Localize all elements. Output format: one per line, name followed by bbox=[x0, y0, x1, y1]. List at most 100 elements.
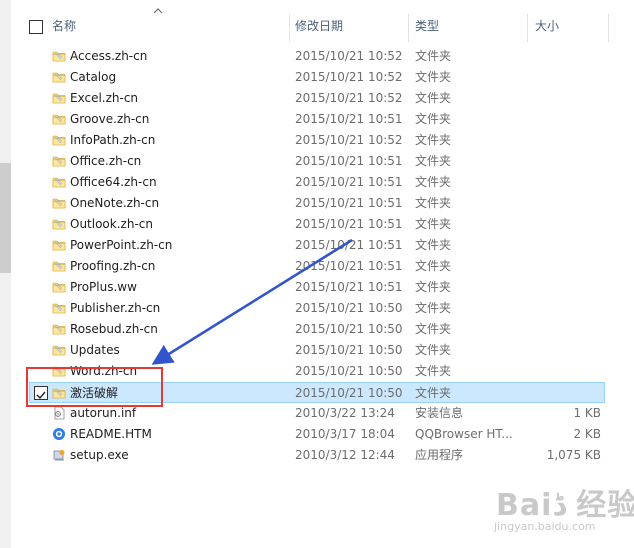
column-divider[interactable] bbox=[289, 14, 290, 42]
file-type: 文件夹 bbox=[415, 154, 452, 168]
file-name: Updates bbox=[70, 343, 120, 357]
file-type: 文件夹 bbox=[415, 322, 452, 336]
file-modified-date: 2015/10/21 10:50 bbox=[295, 343, 403, 357]
file-row[interactable]: InfoPath.zh-cn 2015/10/21 10:52 文件夹 bbox=[30, 130, 604, 150]
file-row[interactable]: Catalog 2015/10/21 10:52 文件夹 bbox=[30, 67, 604, 87]
folder-icon bbox=[52, 49, 66, 63]
file-size: 2 KB bbox=[573, 427, 601, 441]
folder-icon bbox=[52, 301, 66, 315]
file-type: 应用程序 bbox=[415, 448, 464, 462]
file-name: Proofing.zh-cn bbox=[70, 259, 156, 273]
file-row[interactable]: PowerPoint.zh-cn 2015/10/21 10:51 文件夹 bbox=[30, 235, 604, 255]
file-row[interactable]: Office64.zh-cn 2015/10/21 10:51 文件夹 bbox=[30, 172, 604, 192]
watermark-main: Baiڈ 经验 bbox=[496, 488, 634, 523]
file-row[interactable]: ProPlus.ww 2015/10/21 10:51 文件夹 bbox=[30, 277, 604, 297]
file-modified-date: 2015/10/21 10:50 bbox=[295, 322, 403, 336]
file-row[interactable]: Access.zh-cn 2015/10/21 10:52 文件夹 bbox=[30, 46, 604, 66]
file-modified-date: 2015/10/21 10:51 bbox=[295, 217, 403, 231]
file-modified-date: 2015/10/21 10:51 bbox=[295, 259, 403, 273]
column-divider[interactable] bbox=[527, 14, 528, 42]
file-type: 文件夹 bbox=[415, 280, 452, 294]
file-modified-date: 2015/10/21 10:51 bbox=[295, 112, 403, 126]
file-type: 文件夹 bbox=[415, 386, 452, 400]
file-name: Outlook.zh-cn bbox=[70, 217, 153, 231]
file-type: 文件夹 bbox=[415, 217, 452, 231]
file-modified-date: 2010/3/17 18:04 bbox=[295, 427, 395, 441]
file-modified-date: 2015/10/21 10:51 bbox=[295, 238, 403, 252]
file-type: 文件夹 bbox=[415, 343, 452, 357]
column-header-name[interactable]: 名称 bbox=[52, 14, 76, 38]
file-row[interactable]: README.HTM 2010/3/17 18:04 QQBrowser HT...… bbox=[30, 424, 604, 444]
file-name: Excel.zh-cn bbox=[70, 91, 139, 105]
window-top-edge bbox=[0, 0, 634, 6]
file-name: setup.exe bbox=[70, 448, 129, 462]
file-name: OneNote.zh-cn bbox=[70, 196, 160, 210]
folder-icon bbox=[52, 343, 66, 357]
file-name: Publisher.zh-cn bbox=[70, 301, 161, 315]
folder-icon bbox=[52, 175, 66, 189]
file-modified-date: 2015/10/21 10:50 bbox=[295, 386, 403, 400]
file-type: 文件夹 bbox=[415, 70, 452, 84]
file-type: 文件夹 bbox=[415, 91, 452, 105]
file-row[interactable]: Proofing.zh-cn 2015/10/21 10:51 文件夹 bbox=[30, 256, 604, 276]
file-row[interactable]: setup.exe 2010/3/12 12:44 应用程序 1,075 KB bbox=[30, 445, 604, 465]
folder-icon bbox=[52, 133, 66, 147]
file-name: Groove.zh-cn bbox=[70, 112, 150, 126]
file-type: 文件夹 bbox=[415, 238, 452, 252]
folder-icon bbox=[52, 280, 66, 294]
file-row[interactable]: Groove.zh-cn 2015/10/21 10:51 文件夹 bbox=[30, 109, 604, 129]
file-row[interactable]: Publisher.zh-cn 2015/10/21 10:50 文件夹 bbox=[30, 298, 604, 318]
folder-icon bbox=[52, 259, 66, 273]
file-modified-date: 2015/10/21 10:50 bbox=[295, 301, 403, 315]
file-modified-date: 2010/3/12 12:44 bbox=[295, 448, 395, 462]
file-type: 安装信息 bbox=[415, 406, 464, 420]
file-modified-date: 2015/10/21 10:52 bbox=[295, 133, 403, 147]
file-type: 文件夹 bbox=[415, 133, 452, 147]
file-modified-date: 2015/10/21 10:51 bbox=[295, 196, 403, 210]
file-row[interactable]: Rosebud.zh-cn 2015/10/21 10:50 文件夹 bbox=[30, 319, 604, 339]
file-name: PowerPoint.zh-cn bbox=[70, 238, 173, 252]
file-type: 文件夹 bbox=[415, 301, 452, 315]
file-type: QQBrowser HT... bbox=[415, 427, 513, 441]
file-name: Catalog bbox=[70, 70, 117, 84]
column-divider[interactable] bbox=[408, 14, 409, 42]
column-header-type[interactable]: 类型 bbox=[415, 14, 439, 38]
scrollbar-thumb[interactable] bbox=[0, 163, 11, 273]
select-all-checkbox[interactable] bbox=[29, 20, 43, 34]
baidu-jingyan-watermark: Baiڈ 经验 jingyan.baidu.com bbox=[478, 470, 634, 536]
folder-icon bbox=[52, 217, 66, 231]
setup-exe-icon bbox=[52, 448, 66, 462]
column-header-date[interactable]: 修改日期 bbox=[295, 14, 343, 38]
file-modified-date: 2015/10/21 10:51 bbox=[295, 154, 403, 168]
file-row[interactable]: Outlook.zh-cn 2015/10/21 10:51 文件夹 bbox=[30, 214, 604, 234]
file-row[interactable]: Updates 2015/10/21 10:50 文件夹 bbox=[30, 340, 604, 360]
folder-icon bbox=[52, 91, 66, 105]
file-type: 文件夹 bbox=[415, 49, 452, 63]
file-name: ProPlus.ww bbox=[70, 280, 137, 294]
browser-file-icon bbox=[52, 427, 66, 441]
file-size: 1,075 KB bbox=[546, 448, 601, 462]
file-type: 文件夹 bbox=[415, 259, 452, 273]
file-type: 文件夹 bbox=[415, 175, 452, 189]
file-name: Office.zh-cn bbox=[70, 154, 142, 168]
folder-icon bbox=[52, 112, 66, 126]
file-row[interactable]: Excel.zh-cn 2015/10/21 10:52 文件夹 bbox=[30, 88, 604, 108]
file-row[interactable]: OneNote.zh-cn 2015/10/21 10:51 文件夹 bbox=[30, 193, 604, 213]
folder-icon bbox=[52, 322, 66, 336]
file-row[interactable]: Office.zh-cn 2015/10/21 10:51 文件夹 bbox=[30, 151, 604, 171]
file-modified-date: 2010/3/22 13:24 bbox=[295, 406, 395, 420]
file-type: 文件夹 bbox=[415, 364, 452, 378]
file-type: 文件夹 bbox=[415, 112, 452, 126]
file-modified-date: 2015/10/21 10:51 bbox=[295, 175, 403, 189]
folder-icon bbox=[52, 154, 66, 168]
file-modified-date: 2015/10/21 10:51 bbox=[295, 280, 403, 294]
file-name: README.HTM bbox=[70, 427, 152, 441]
file-modified-date: 2015/10/21 10:50 bbox=[295, 364, 403, 378]
column-header-bar: 名称 修改日期 类型 大小 bbox=[14, 14, 634, 42]
vertical-scrollbar[interactable] bbox=[0, 0, 11, 548]
column-header-size[interactable]: 大小 bbox=[535, 14, 559, 38]
file-name: Rosebud.zh-cn bbox=[70, 322, 158, 336]
file-name: Access.zh-cn bbox=[70, 49, 148, 63]
folder-icon bbox=[52, 196, 66, 210]
column-divider[interactable] bbox=[608, 14, 609, 42]
